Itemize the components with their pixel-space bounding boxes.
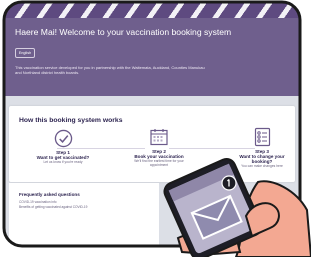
phone-in-hand-illustration: [163, 157, 311, 257]
notification-badge: [221, 175, 237, 191]
